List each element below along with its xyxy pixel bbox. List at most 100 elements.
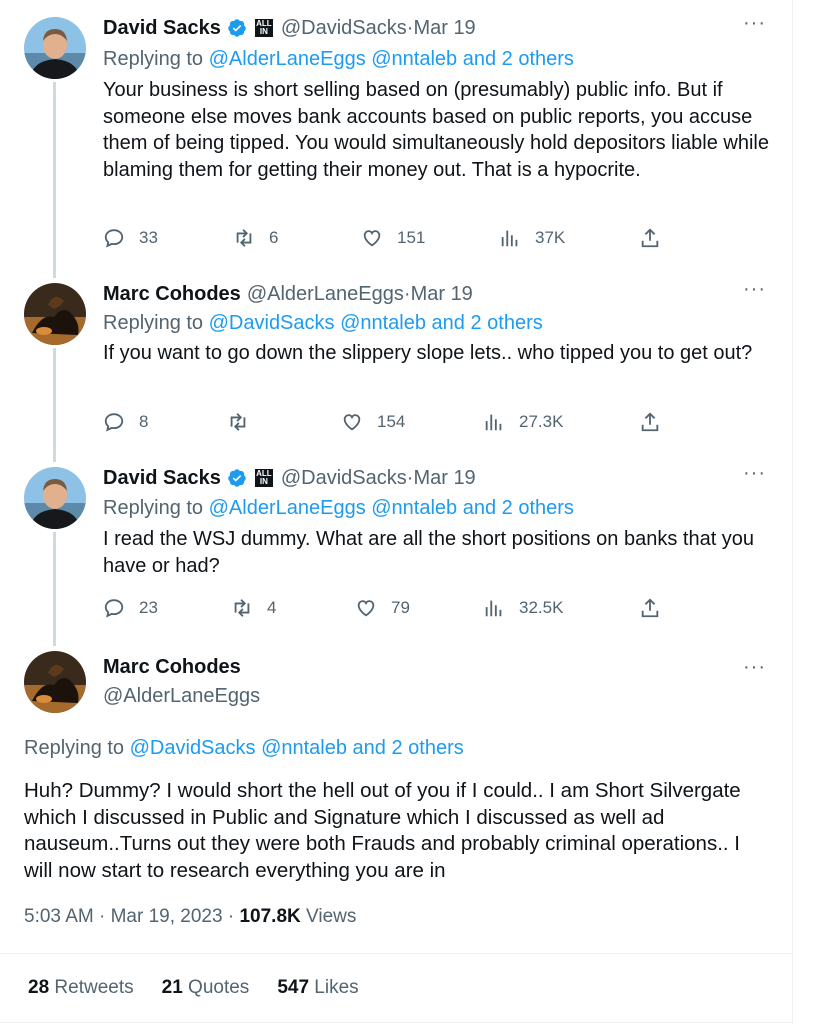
separator-dot: · (406, 466, 414, 489)
retweet-button[interactable]: 6 (233, 224, 278, 252)
mention-links[interactable]: @DavidSacks @nntaleb (209, 312, 426, 334)
tweet-actions: 23 4 79 32.5K (103, 594, 703, 622)
author-handle[interactable]: @AlderLaneEggs (247, 283, 404, 306)
reply-count: 23 (139, 598, 158, 617)
replying-label: Replying to (103, 48, 209, 70)
tweet[interactable]: David Sacks ALL IN @DavidSacks · Mar 19 ·… (0, 450, 790, 640)
like-count: 79 (391, 598, 410, 617)
author-handle[interactable]: @DavidSacks (281, 467, 407, 490)
others-link[interactable]: and 2 others (457, 497, 574, 519)
retweet-button[interactable]: 4 (231, 594, 276, 622)
heart-icon (343, 414, 361, 431)
share-button[interactable] (639, 594, 675, 622)
views-count: 107.8K (239, 906, 301, 927)
separator-dot: · (93, 906, 111, 927)
more-options-icon[interactable]: ··· (743, 278, 766, 301)
quotes-label: Quotes (182, 977, 250, 998)
reply-icon (104, 229, 124, 248)
divider (0, 953, 792, 954)
mention-links[interactable]: @AlderLaneEggs @nntaleb (209, 48, 458, 70)
replying-to: Replying to @AlderLaneEggs @nntaleb and … (103, 497, 574, 520)
avatar[interactable] (24, 17, 86, 79)
verified-badge-icon (228, 469, 246, 487)
replying-label: Replying to (103, 312, 209, 334)
others-link[interactable]: and 2 others (457, 48, 574, 70)
tweet-text: Huh? Dummy? I would short the hell out o… (24, 779, 741, 882)
replying-to: Replying to @DavidSacks @nntaleb and 2 o… (103, 312, 543, 335)
mention-links[interactable]: @AlderLaneEggs @nntaleb (209, 497, 458, 519)
replying-to: Replying to @AlderLaneEggs @nntaleb and … (103, 48, 574, 71)
reply-button[interactable]: 23 (103, 594, 158, 622)
tweet-date[interactable]: Mar 19 (413, 467, 475, 490)
author-name[interactable]: David Sacks (103, 17, 221, 40)
affiliate-badge-icon[interactable]: ALL IN (254, 19, 273, 37)
replying-to: Replying to @DavidSacks @nntaleb and 2 o… (24, 737, 464, 760)
likes-stat[interactable]: 547 Likes (277, 977, 358, 999)
separator-dot: · (222, 906, 240, 927)
like-button[interactable]: 154 (341, 408, 405, 436)
author-name[interactable]: Marc Cohodes (103, 656, 260, 679)
reply-button[interactable]: 33 (103, 224, 158, 252)
retweet-icon (230, 413, 246, 431)
separator-dot: · (403, 282, 411, 305)
retweets-stat[interactable]: 28 Retweets (28, 977, 134, 999)
replying-label: Replying to (24, 737, 130, 759)
like-count: 154 (377, 412, 406, 431)
views-button[interactable]: 32.5K (483, 594, 563, 622)
like-button[interactable]: 79 (355, 594, 410, 622)
author-block[interactable]: Marc Cohodes @AlderLaneEggs (103, 656, 260, 708)
author-handle[interactable]: @AlderLaneEggs (103, 685, 260, 708)
like-button[interactable]: 151 (361, 224, 425, 252)
views-icon (485, 600, 502, 617)
quotes-stat[interactable]: 21 Quotes (162, 977, 250, 999)
reply-button[interactable]: 8 (103, 408, 148, 436)
others-link[interactable]: and 2 others (426, 312, 543, 334)
tweet-actions: 33 6 151 37K (103, 224, 703, 252)
author-name[interactable]: David Sacks (103, 467, 221, 490)
replying-label: Replying to (103, 497, 209, 519)
share-button[interactable] (639, 224, 675, 252)
tweet-meta: 5:03 AM · Mar 19, 2023 · 107.8K Views (24, 906, 356, 928)
retweet-icon (234, 599, 250, 617)
others-link[interactable]: and 2 others (347, 737, 464, 759)
tweet-date[interactable]: Mar 19 (413, 17, 475, 40)
views-button[interactable]: 27.3K (483, 408, 563, 436)
views-button[interactable]: 37K (499, 224, 565, 252)
retweet-count: 6 (269, 228, 279, 247)
avatar[interactable] (24, 651, 86, 713)
tweet-actions: 8 154 27.3K (103, 408, 703, 436)
avatar[interactable] (24, 283, 86, 345)
retweet-button[interactable] (227, 408, 263, 436)
column-border (792, 0, 793, 1024)
retweets-label: Retweets (49, 977, 134, 998)
tweet-date[interactable]: Mar 19, 2023 (111, 906, 223, 927)
more-options-icon[interactable]: ··· (743, 12, 766, 35)
engagement-stats: 28 Retweets 21 Quotes 547 Likes (28, 977, 387, 999)
share-icon (641, 228, 659, 248)
verified-badge-icon (228, 19, 246, 37)
mention-links[interactable]: @DavidSacks @nntaleb (130, 737, 347, 759)
share-icon (641, 412, 659, 432)
likes-count: 547 (277, 977, 310, 998)
reply-icon (104, 599, 124, 618)
retweet-icon (236, 229, 252, 247)
reply-count: 8 (139, 412, 149, 431)
quotes-count: 21 (161, 977, 183, 998)
avatar[interactable] (24, 467, 86, 529)
share-icon (641, 598, 659, 618)
heart-icon (357, 600, 375, 617)
share-button[interactable] (639, 408, 675, 436)
affiliate-badge-icon[interactable]: ALL IN (254, 469, 273, 487)
main-tweet: Marc Cohodes @AlderLaneEggs ··· Replying… (0, 640, 792, 1024)
retweet-count: 4 (267, 598, 277, 617)
tweet-date[interactable]: Mar 19 (411, 283, 473, 306)
author-name[interactable]: Marc Cohodes (103, 283, 241, 306)
tweet[interactable]: Marc Cohodes @AlderLaneEggs · Mar 19 ···… (0, 266, 790, 456)
more-options-icon[interactable]: ··· (743, 656, 766, 679)
author-handle[interactable]: @DavidSacks (281, 17, 407, 40)
tweet-time[interactable]: 5:03 AM (24, 906, 94, 927)
tweet[interactable]: David Sacks ALL IN @DavidSacks · Mar 19 ·… (0, 0, 790, 270)
likes-label: Likes (309, 977, 359, 998)
tweet-text: I read the WSJ dummy. What are all the s… (103, 528, 755, 577)
more-options-icon[interactable]: ··· (743, 462, 766, 485)
